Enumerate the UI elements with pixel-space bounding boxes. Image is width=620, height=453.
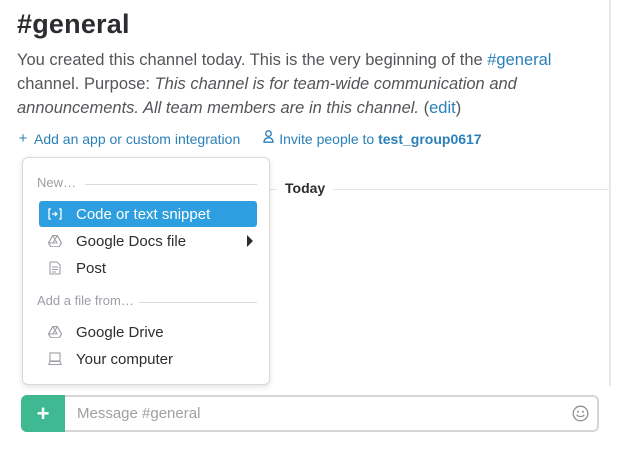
person-icon: [262, 130, 274, 147]
menu-item-post[interactable]: Post: [39, 255, 257, 281]
edit-open-paren: (: [419, 99, 430, 117]
add-app-label: Add an app or custom integration: [34, 130, 241, 147]
file-upload-menu: New… Code or text snippet Google Docs fi…: [22, 157, 270, 385]
channel-title: #general: [17, 9, 130, 39]
menu-heading-rule: [85, 184, 257, 185]
invite-people-link[interactable]: Invite people to test_group0617: [262, 130, 482, 147]
menu-item-label: Google Drive: [76, 323, 164, 341]
smiley-icon: [572, 405, 588, 422]
menu-item-label: Your computer: [76, 350, 174, 368]
day-divider-label: Today: [277, 180, 334, 196]
file-upload-button[interactable]: +: [21, 395, 65, 432]
menu-item-code-snippet[interactable]: Code or text snippet: [39, 201, 257, 227]
menu-item-label: Google Docs file: [76, 232, 187, 250]
channel-intro: You created this channel today. This is …: [17, 48, 602, 120]
menu-heading-new-label: New…: [37, 175, 77, 190]
edit-purpose-link[interactable]: edit: [429, 99, 456, 117]
menu-item-google-drive[interactable]: Google Drive: [39, 319, 257, 345]
pane-border: [609, 0, 611, 386]
invite-team-name: test_group0617: [378, 130, 482, 147]
edit-close-paren: ): [455, 99, 462, 117]
document-icon: [48, 261, 62, 275]
menu-heading-rule: [139, 302, 257, 303]
submenu-arrow-icon: [247, 235, 253, 247]
emoji-button[interactable]: [563, 397, 597, 430]
menu-item-label: Code or text snippet: [76, 205, 211, 223]
menu-heading-new: New…: [37, 175, 76, 190]
invite-label: Invite people to: [279, 130, 375, 147]
menu-heading-add-from: Add a file from…: [37, 293, 134, 308]
menu-heading-add-from-label: Add a file from…: [37, 293, 134, 308]
channel-link[interactable]: #general: [487, 51, 551, 69]
message-input[interactable]: [65, 397, 563, 430]
computer-icon: [48, 352, 62, 366]
message-composer: +: [21, 395, 599, 432]
add-app-integration-link[interactable]: + Add an app or custom integration: [17, 130, 241, 147]
menu-item-label: Post: [76, 259, 107, 277]
menu-item-your-computer[interactable]: Your computer: [39, 346, 257, 372]
channel-actions: + Add an app or custom integration Invit…: [17, 130, 602, 147]
channel-header: #general You created this channel today.…: [17, 0, 602, 147]
google-drive-icon: [48, 234, 62, 248]
plus-icon: +: [18, 130, 28, 147]
menu-item-google-docs[interactable]: Google Docs file: [39, 228, 257, 254]
intro-middle-text: channel. Purpose:: [17, 75, 155, 93]
snippet-icon: [48, 207, 62, 221]
google-drive-icon: [48, 325, 62, 339]
intro-text: You created this channel today. This is …: [17, 51, 488, 69]
